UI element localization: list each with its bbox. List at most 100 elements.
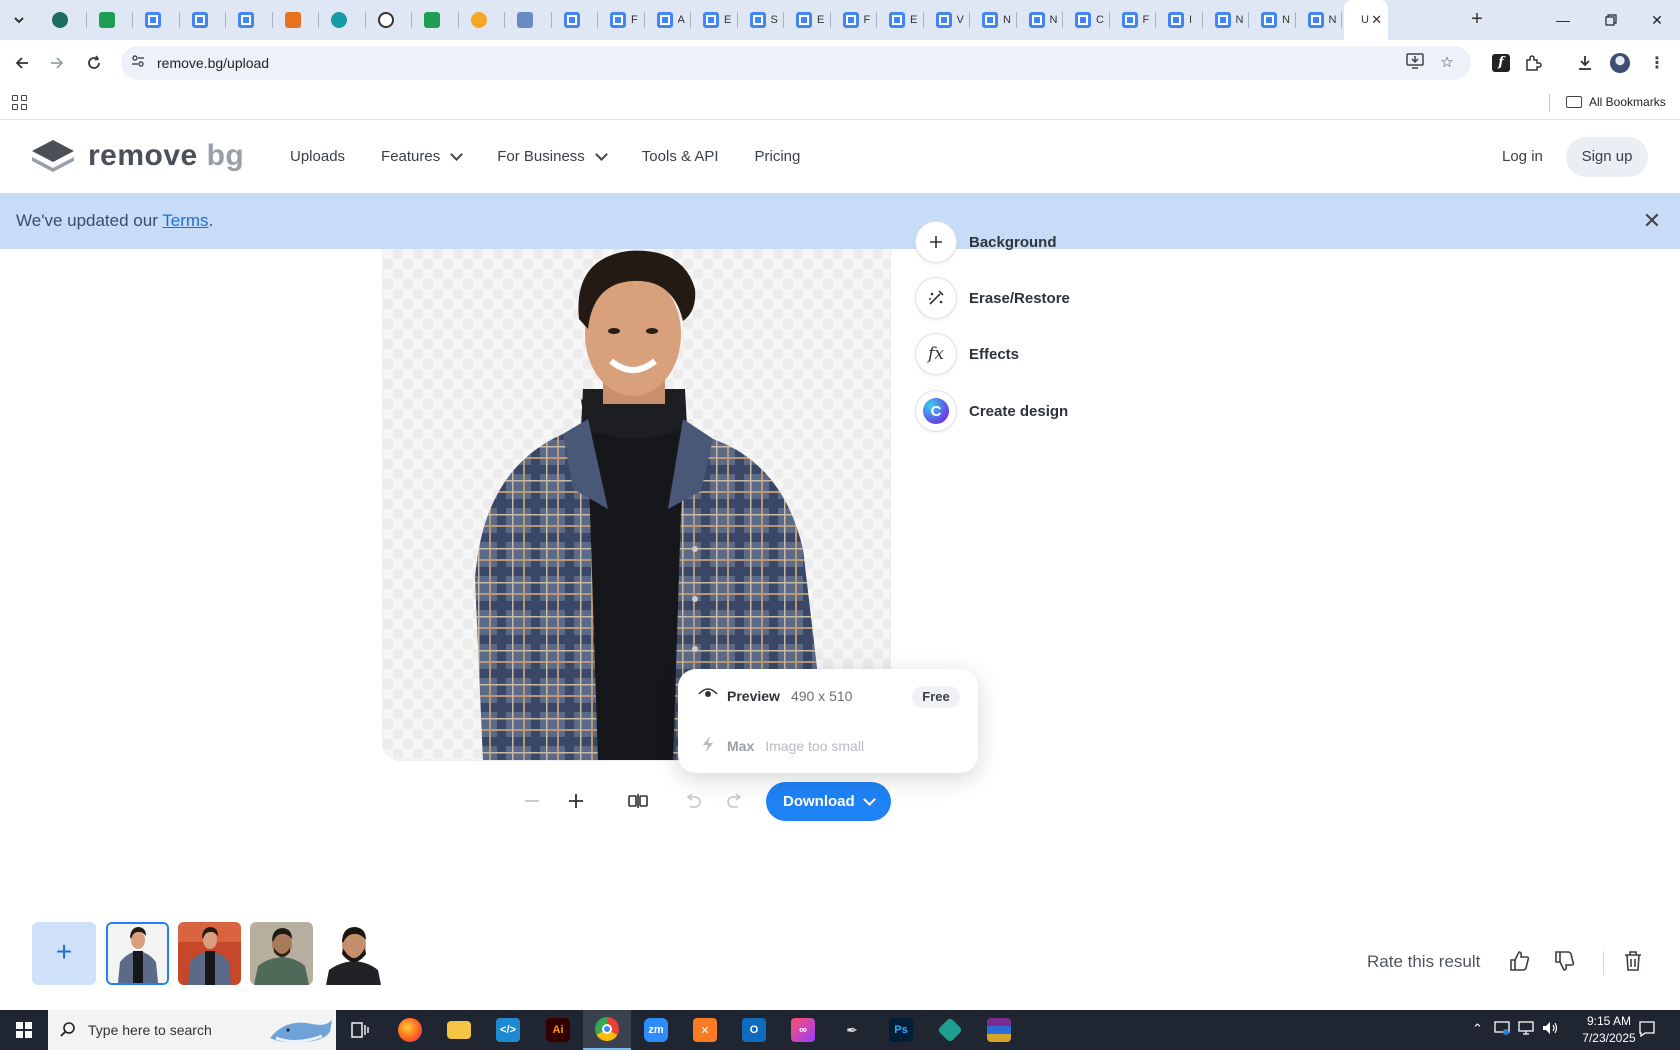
signup-button[interactable]: Sign up — [1566, 137, 1648, 177]
download-button[interactable]: Download — [766, 782, 891, 821]
browser-tab[interactable] — [319, 0, 366, 40]
thumbs-down-icon[interactable] — [1553, 950, 1577, 974]
profile-avatar-icon[interactable] — [1607, 50, 1633, 76]
browser-tab[interactable]: F — [1110, 0, 1157, 40]
network-icon[interactable] — [1518, 1021, 1534, 1038]
browser-tab[interactable] — [412, 0, 459, 40]
xampp-icon[interactable]: ✕ — [681, 1010, 729, 1050]
install-app-icon[interactable] — [1404, 53, 1426, 73]
browser-tab[interactable] — [366, 0, 413, 40]
notifications-icon[interactable] — [1638, 1020, 1656, 1041]
downloads-icon[interactable] — [1572, 50, 1598, 76]
browser-tab[interactable]: E — [691, 0, 738, 40]
browser-tab[interactable]: N — [1203, 0, 1250, 40]
browser-tab[interactable]: C — [1063, 0, 1110, 40]
tab-search-icon[interactable] — [7, 8, 31, 32]
browser-tab[interactable]: N — [970, 0, 1017, 40]
browser-tab[interactable] — [552, 0, 599, 40]
pen-tool-icon[interactable]: ✒ — [828, 1010, 876, 1050]
restore-icon[interactable] — [1588, 0, 1634, 40]
tool-background[interactable]: Background — [915, 220, 1057, 264]
apps-grid-icon[interactable] — [12, 95, 27, 110]
nav-pricing[interactable]: Pricing — [755, 148, 801, 165]
tool-erase-restore[interactable]: Erase/Restore — [915, 276, 1070, 320]
browser-tab[interactable]: E — [877, 0, 924, 40]
login-link[interactable]: Log in — [1502, 148, 1543, 165]
volume-icon[interactable] — [1542, 1021, 1558, 1038]
nav-uploads[interactable]: Uploads — [290, 148, 345, 165]
thumbnail-image-3[interactable] — [250, 922, 313, 985]
add-image-button[interactable]: + — [32, 922, 96, 985]
trash-icon[interactable] — [1622, 950, 1646, 974]
browser-tab-active[interactable]: U ✕ — [1344, 0, 1388, 40]
thumbnail-image-2[interactable] — [178, 922, 241, 985]
zoom-out-icon[interactable] — [518, 788, 546, 814]
site-info-icon[interactable] — [129, 54, 147, 72]
browser-tab[interactable] — [505, 0, 552, 40]
banner-close-icon[interactable]: ✕ — [1640, 209, 1664, 233]
thumbnail-image-4[interactable] — [322, 922, 385, 985]
chrome-icon[interactable] — [583, 1010, 631, 1050]
browser-tab[interactable]: N — [1017, 0, 1064, 40]
browser-tab[interactable] — [87, 0, 134, 40]
vpn-icon[interactable] — [926, 1010, 974, 1050]
thumbnail-image-1[interactable] — [106, 922, 169, 985]
meet-now-icon[interactable] — [1494, 1021, 1510, 1038]
vscode-icon[interactable]: </> — [484, 1010, 532, 1050]
outlook-icon[interactable]: O — [730, 1010, 778, 1050]
illustrator-icon[interactable]: Ai — [534, 1010, 582, 1050]
file-explorer-icon[interactable] — [435, 1010, 483, 1050]
browser-tab[interactable]: S — [738, 0, 785, 40]
tool-effects[interactable]: fx Effects — [915, 332, 1019, 376]
font-extension-icon[interactable]: f — [1488, 50, 1514, 76]
browser-tab[interactable]: A — [645, 0, 692, 40]
redo-icon[interactable] — [721, 788, 749, 814]
zoom-in-icon[interactable] — [562, 788, 590, 814]
browser-tab[interactable]: F — [831, 0, 878, 40]
photoshop-icon[interactable]: Ps — [877, 1010, 925, 1050]
browser-tab[interactable]: I — [1156, 0, 1203, 40]
taskbar-search-box[interactable]: Type here to search — [48, 1010, 336, 1050]
tool-create-design[interactable]: C Create design — [915, 389, 1068, 433]
browser-tab[interactable]: N — [1296, 0, 1343, 40]
browser-tab[interactable] — [133, 0, 180, 40]
browser-tab[interactable]: V — [924, 0, 971, 40]
start-button[interactable] — [0, 1010, 48, 1050]
winrar-icon[interactable] — [975, 1010, 1023, 1050]
browser-menu-icon[interactable]: ⋮ — [1644, 50, 1670, 76]
browser-tab[interactable] — [459, 0, 506, 40]
minimize-icon[interactable]: — — [1540, 0, 1586, 40]
terms-link[interactable]: Terms — [162, 211, 208, 230]
browser-tab[interactable] — [180, 0, 227, 40]
show-hidden-icons-icon[interactable]: ⌃ — [1472, 1021, 1483, 1037]
bookmark-star-icon[interactable]: ☆ — [1436, 53, 1458, 73]
creative-cloud-icon[interactable]: ∞ — [779, 1010, 827, 1050]
address-bar[interactable]: remove.bg/upload ☆ — [121, 46, 1471, 80]
compare-icon[interactable] — [624, 788, 652, 814]
close-tab-icon[interactable]: ✕ — [1371, 12, 1382, 28]
browser-tab[interactable] — [40, 0, 87, 40]
reload-icon[interactable] — [81, 50, 107, 76]
back-icon[interactable] — [9, 50, 35, 76]
undo-icon[interactable] — [679, 788, 707, 814]
browser-tab[interactable]: F — [598, 0, 645, 40]
removebg-logo[interactable]: remove bg — [30, 138, 244, 174]
thumbs-up-icon[interactable] — [1508, 950, 1532, 974]
zoom-icon[interactable]: zm — [632, 1010, 680, 1050]
nav-for-business[interactable]: For Business — [497, 147, 608, 165]
window-close-icon[interactable]: ✕ — [1634, 0, 1680, 40]
task-view-icon[interactable] — [336, 1010, 384, 1050]
browser-tab[interactable]: E — [784, 0, 831, 40]
extensions-icon[interactable] — [1520, 50, 1546, 76]
nav-features[interactable]: Features — [381, 147, 464, 165]
browser-tab[interactable]: N — [1249, 0, 1296, 40]
nav-tools-api[interactable]: Tools & API — [642, 148, 719, 165]
option-preview[interactable]: Preview 490 x 510 — [698, 687, 852, 704]
url-text[interactable]: remove.bg/upload — [157, 55, 269, 71]
browser-tab[interactable] — [273, 0, 320, 40]
browser-tab[interactable] — [226, 0, 273, 40]
forward-icon[interactable] — [44, 50, 70, 76]
firefox-icon[interactable] — [386, 1010, 434, 1050]
new-tab-button[interactable]: + — [1465, 8, 1489, 32]
all-bookmarks-button[interactable]: All Bookmarks — [1566, 95, 1666, 109]
